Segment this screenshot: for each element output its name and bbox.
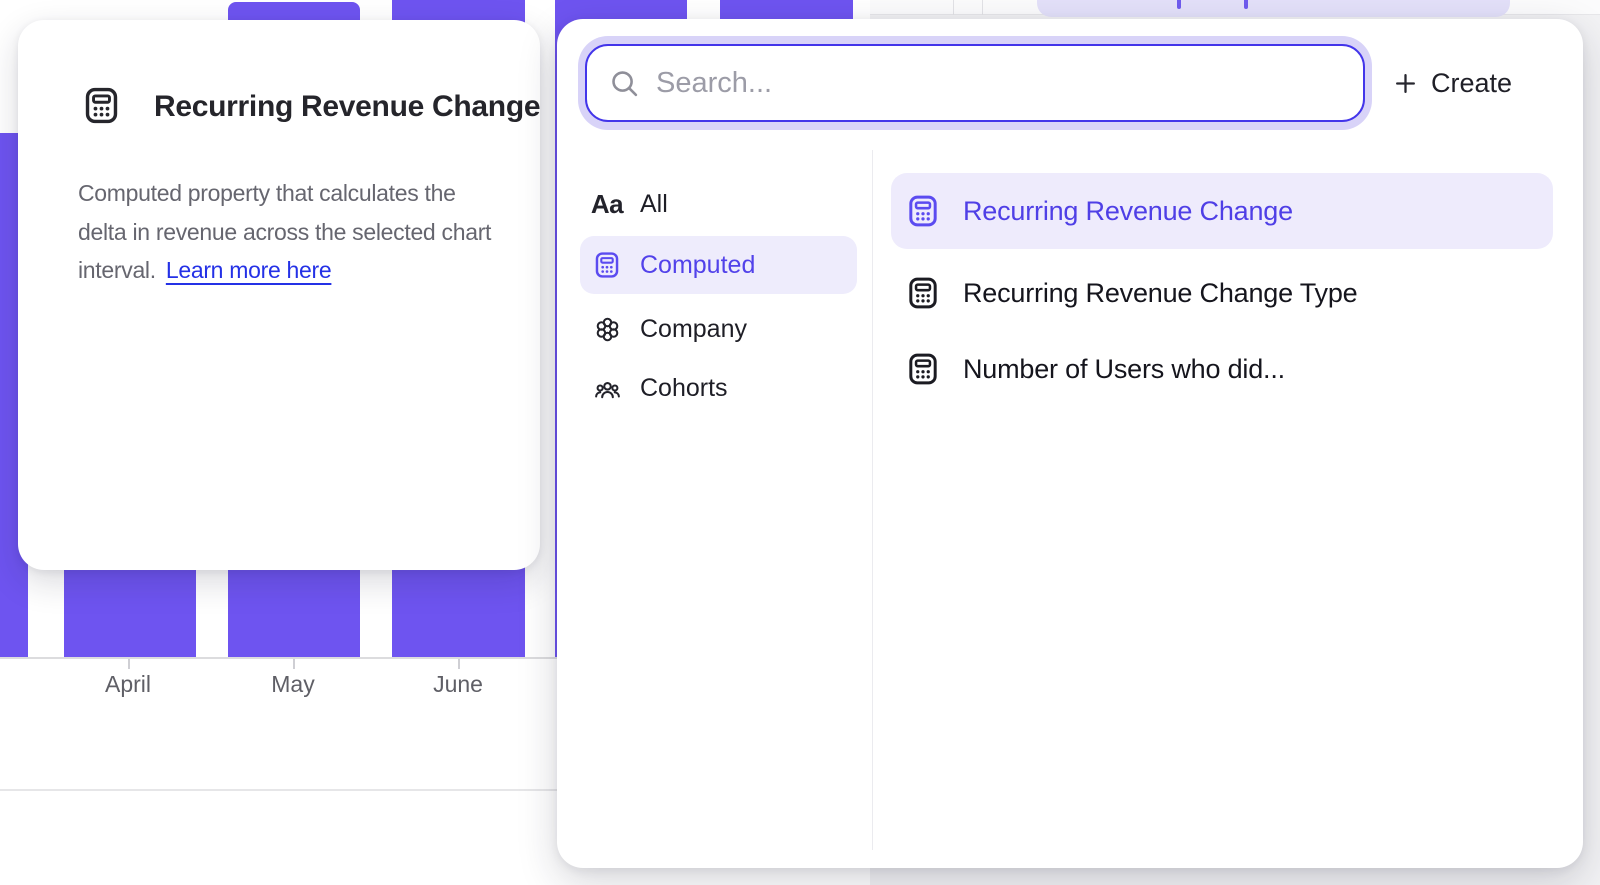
axis-tick [458, 659, 460, 669]
create-label: Create [1431, 68, 1512, 99]
property-picker-modal: Create Aa All Computed [557, 19, 1583, 868]
filter-cohorts[interactable]: Cohorts [580, 359, 857, 417]
card-title: Recurring Revenue Change [154, 90, 540, 124]
month-label-april: April [105, 671, 151, 698]
calculator-icon [906, 194, 940, 228]
filter-label: Company [640, 315, 747, 344]
clipped-property-chip [1037, 0, 1510, 17]
learn-more-link[interactable]: Learn more here [166, 257, 332, 283]
filter-computed[interactable]: Computed [580, 236, 857, 294]
plus-icon [1393, 71, 1418, 96]
month-label-june: June [433, 671, 483, 698]
clipped-text-fragment [1177, 0, 1181, 9]
calculator-icon [592, 251, 622, 279]
filter-company[interactable]: Company [580, 300, 857, 358]
search-field[interactable] [585, 44, 1365, 122]
result-label: Number of Users who did... [963, 354, 1285, 385]
panel-divider [982, 0, 983, 15]
axis-tick [293, 659, 295, 669]
month-label-may: May [271, 671, 314, 698]
result-recurring-revenue-change[interactable]: Recurring Revenue Change [891, 173, 1553, 249]
calculator-icon [82, 86, 121, 125]
calculator-icon [906, 352, 940, 386]
filter-label: Cohorts [640, 374, 728, 403]
modal-column-divider [872, 150, 873, 850]
result-number-of-users[interactable]: Number of Users who did... [891, 331, 1553, 407]
panel-divider [953, 0, 954, 15]
filter-all[interactable]: Aa All [580, 175, 857, 233]
result-label: Recurring Revenue Change Type [963, 278, 1357, 309]
search-icon [609, 68, 640, 99]
text-format-icon: Aa [592, 189, 622, 220]
description-line: delta in revenue across the selected cha… [78, 213, 491, 252]
cluster-icon [592, 315, 622, 344]
filter-label: All [640, 190, 668, 219]
card-description: Computed property that calculates the de… [78, 174, 491, 290]
calculator-icon [906, 276, 940, 310]
clipped-text-fragment [1244, 0, 1248, 9]
result-recurring-revenue-change-type[interactable]: Recurring Revenue Change Type [891, 255, 1553, 331]
description-line: Computed property that calculates the [78, 174, 491, 213]
property-tooltip-card: Recurring Revenue Change Computed proper… [18, 20, 540, 570]
description-line: interval.Learn more here [78, 251, 491, 290]
people-icon [592, 374, 622, 403]
create-button[interactable]: Create [1393, 59, 1512, 107]
search-input[interactable] [656, 67, 1343, 100]
result-label: Recurring Revenue Change [963, 196, 1293, 227]
axis-tick [128, 659, 130, 669]
filter-label: Computed [640, 251, 755, 280]
screen: April May June Recurring Revenue Change … [0, 0, 1600, 885]
